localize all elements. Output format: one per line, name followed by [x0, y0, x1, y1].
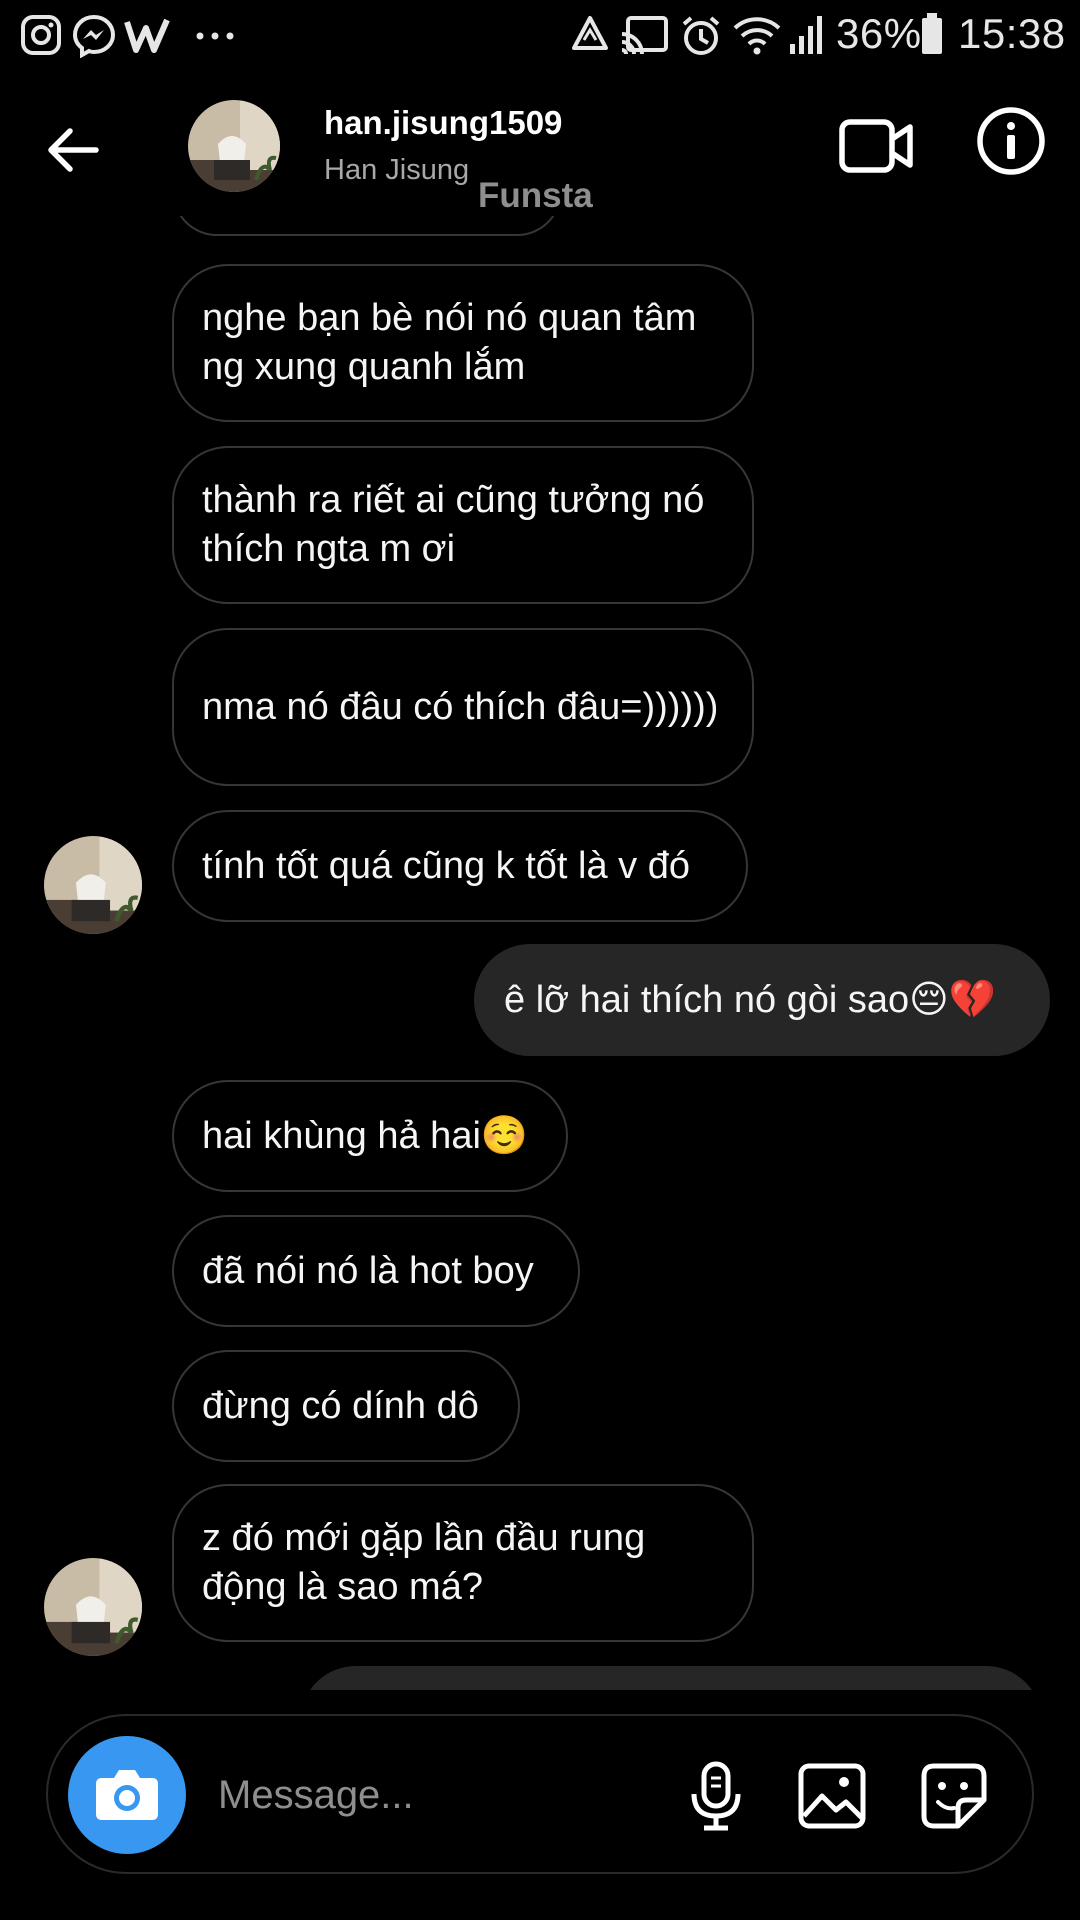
cast-icon: [621, 16, 668, 55]
message-text: ê lỡ hai thích nó gòi sao😔💔: [504, 978, 997, 1021]
w-app-icon: [124, 18, 170, 53]
alarm-icon: [682, 16, 720, 55]
message-bubble[interactable]: nghe bạn bè nói nó quan tâm ng xung quan…: [172, 264, 754, 422]
message-text: hai khùng hả hai☺️: [202, 1114, 529, 1157]
messenger-icon: [72, 14, 116, 58]
message-text: nghe bạn bè nói nó quan tâm ng xung quan…: [202, 297, 697, 388]
wifi-icon: [733, 17, 781, 55]
message-bubble-partial: [300, 1666, 1042, 1690]
message-text: nma nó đâu có thích đâu=)))))): [202, 685, 719, 728]
microphone-icon[interactable]: [680, 1760, 752, 1832]
message-text: đừng có dính dô: [202, 1384, 479, 1427]
battery-level: 36%: [836, 10, 922, 57]
recycle-icon: [572, 16, 608, 50]
header-funsta-label: Funsta: [478, 176, 593, 215]
video-camera-icon[interactable]: [838, 112, 914, 180]
sticker-icon[interactable]: [918, 1760, 990, 1832]
message-thread[interactable]: nghe bạn bè nói nó quan tâm ng xung quan…: [0, 216, 1080, 1690]
gallery-icon[interactable]: [796, 1760, 868, 1832]
avatar[interactable]: [44, 1558, 142, 1656]
message-text: thành ra riết ai cũng tưởng nó thích ngt…: [202, 479, 705, 570]
instagram-icon: [21, 15, 61, 55]
clock: 15:38: [958, 10, 1066, 57]
message-text: đã nói nó là hot boy: [202, 1249, 534, 1292]
message-text: z đó mới gặp lần đầu rung động là sao má…: [202, 1517, 646, 1608]
message-text: tính tốt quá cũng k tốt là v đó: [202, 844, 690, 887]
avatar[interactable]: [188, 100, 280, 192]
info-icon[interactable]: [976, 106, 1046, 176]
status-bar: 36% 15:38: [0, 0, 1080, 76]
message-bubble[interactable]: thành ra riết ai cũng tưởng nó thích ngt…: [172, 446, 754, 604]
message-composer: [46, 1714, 1034, 1874]
message-bubble-partial: [172, 216, 562, 236]
message-bubble-outgoing[interactable]: ê lỡ hai thích nó gòi sao😔💔: [474, 944, 1050, 1056]
message-bubble[interactable]: đã nói nó là hot boy: [172, 1215, 580, 1327]
camera-button[interactable]: [68, 1736, 186, 1854]
message-bubble[interactable]: tính tốt quá cũng k tốt là v đó: [172, 810, 748, 922]
message-bubble[interactable]: z đó mới gặp lần đầu rung động là sao má…: [172, 1484, 754, 1642]
avatar[interactable]: [44, 836, 142, 934]
message-input[interactable]: [216, 1756, 700, 1834]
chat-header: han.jisung1509 Han Jisung Funsta: [0, 76, 1080, 216]
battery-icon: [922, 13, 942, 54]
message-bubble[interactable]: hai khùng hả hai☺️: [172, 1080, 568, 1192]
header-username[interactable]: han.jisung1509: [324, 104, 562, 142]
signal-icon: [790, 16, 822, 54]
message-bubble[interactable]: đừng có dính dô: [172, 1350, 520, 1462]
camera-icon: [96, 1770, 158, 1820]
more-dots-icon: [196, 32, 234, 40]
header-full-name: Han Jisung: [324, 154, 470, 186]
message-bubble[interactable]: nma nó đâu có thích đâu=)))))): [172, 628, 754, 786]
back-arrow-icon[interactable]: [44, 120, 104, 180]
